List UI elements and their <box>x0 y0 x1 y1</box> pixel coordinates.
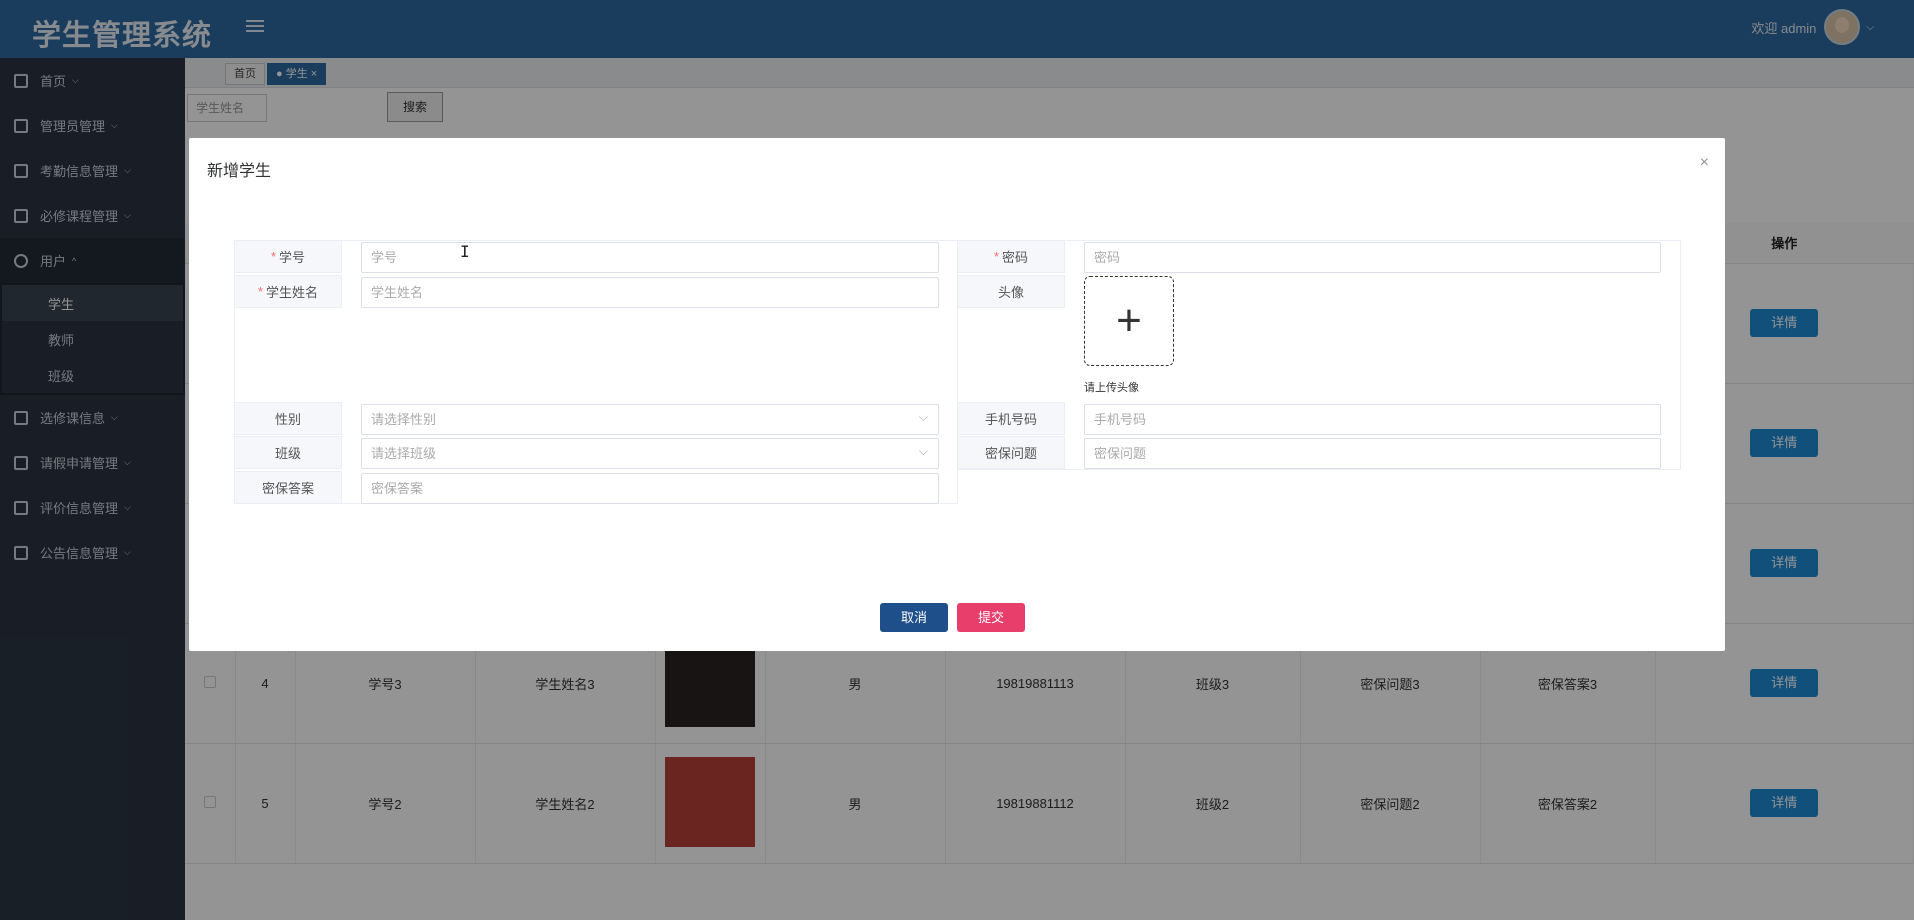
field-label: 头像 <box>957 275 1065 308</box>
field-question: 密保问题 密保问题 <box>957 436 1681 469</box>
field-gender: 性别 请选择性别 <box>234 402 958 435</box>
field-label: 密保答案 <box>234 471 342 504</box>
field-phone: 手机号码 手机号码 <box>957 402 1681 435</box>
required-mark: * <box>257 284 264 299</box>
field-label-text: 密码 <box>1002 250 1029 265</box>
required-mark: * <box>270 249 277 264</box>
field-label-text: 班级 <box>274 446 301 461</box>
avatar-upload-tip: 请上传头像 <box>1084 382 1139 394</box>
text-cursor-icon: I <box>460 242 470 261</box>
class-select[interactable]: 请选择班级 <box>361 437 939 469</box>
field-label: 手机号码 <box>957 402 1065 435</box>
submit-button[interactable]: 提交 <box>957 603 1025 632</box>
field-label-text: 学号 <box>279 250 306 265</box>
field-student-name: * 学生姓名 学生姓名 <box>234 275 958 308</box>
password-input[interactable]: 密码 <box>1084 242 1661 273</box>
field-label: 密保问题 <box>957 436 1065 469</box>
dialog-title: 新增学生 <box>207 163 272 180</box>
field-label-text: 学生姓名 <box>266 285 319 300</box>
field-password: * 密码 密码 <box>957 240 1681 273</box>
add-student-dialog: 新增学生 × * 学号 学号 * 密码 密码 * 学生姓名 学生姓名 头像 + 请上传… <box>189 138 1725 651</box>
field-avatar: 头像 <box>957 275 1681 308</box>
field-label-text: 密保问题 <box>984 446 1037 461</box>
avatar-upload-button[interactable]: + <box>1084 276 1174 366</box>
field-label-text: 性别 <box>274 412 301 427</box>
student-name-input[interactable]: 学生姓名 <box>361 277 939 308</box>
close-icon[interactable]: × <box>1700 154 1709 172</box>
field-label: 性别 <box>234 402 342 435</box>
field-label-text: 密保答案 <box>261 481 314 496</box>
gender-select[interactable]: 请选择性别 <box>361 403 939 435</box>
cancel-button[interactable]: 取消 <box>880 603 948 632</box>
field-label: * 学号 <box>234 240 342 273</box>
field-label: 班级 <box>234 436 342 469</box>
security-answer-input[interactable]: 密保答案 <box>361 473 939 504</box>
field-label: * 学生姓名 <box>234 275 342 308</box>
field-answer: 密保答案 密保答案 <box>234 471 958 504</box>
required-mark: * <box>993 249 1000 264</box>
phone-input[interactable]: 手机号码 <box>1084 404 1661 435</box>
field-label: * 密码 <box>957 240 1065 273</box>
plus-icon: + <box>1116 296 1142 345</box>
field-label-text: 头像 <box>997 285 1024 300</box>
student-no-input[interactable]: 学号 <box>361 242 939 273</box>
security-question-input[interactable]: 密保问题 <box>1084 438 1661 469</box>
field-class: 班级 请选择班级 <box>234 436 958 469</box>
field-label-text: 手机号码 <box>984 412 1037 427</box>
field-student-no: * 学号 学号 <box>234 240 958 273</box>
